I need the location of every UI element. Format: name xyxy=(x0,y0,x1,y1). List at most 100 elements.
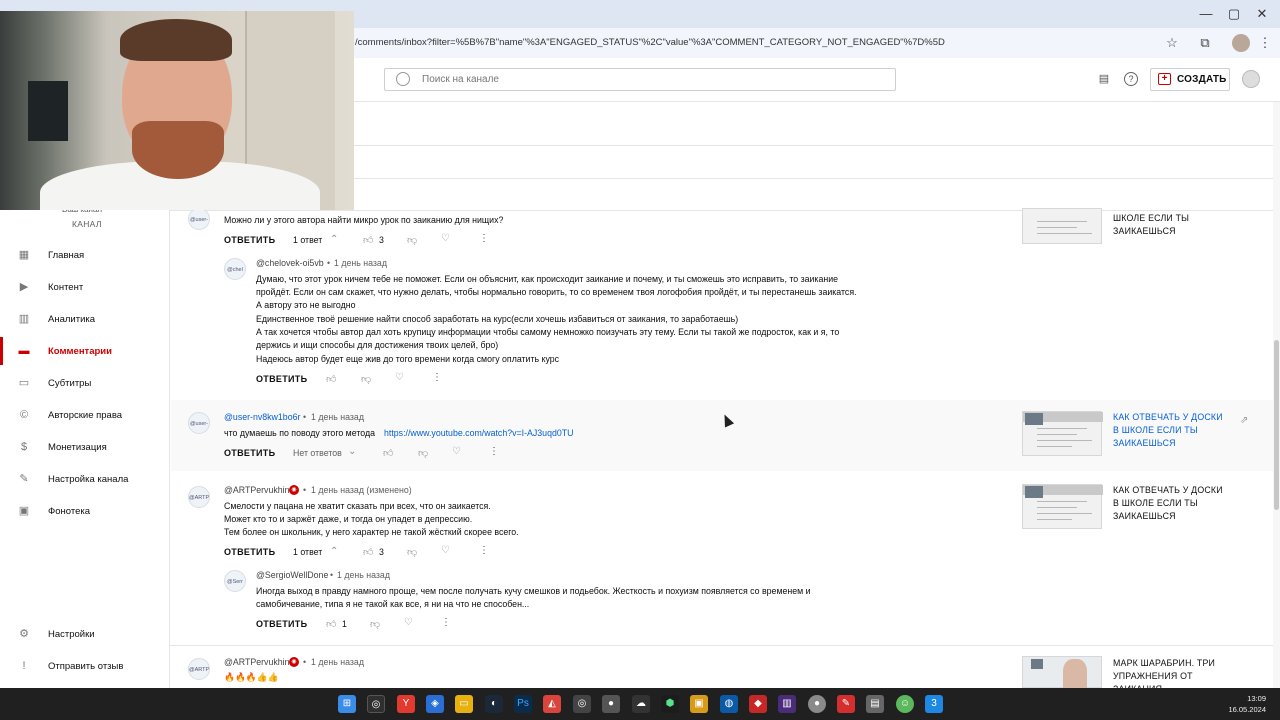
system-clock[interactable]: 13:09 16.05.2024 xyxy=(1222,693,1266,715)
chevron-up-icon[interactable]: ⌃ xyxy=(330,234,338,245)
dislike-icon[interactable]: 👎︎ xyxy=(418,447,428,459)
open-external-icon[interactable]: ⇗ xyxy=(1240,415,1248,426)
video-title[interactable]: МАРК ШАРАБРИН. ТРИ УПРАЖНЕНИЯ ОТ ЗАИКАНИ… xyxy=(1113,657,1228,688)
avatar[interactable]: @chel xyxy=(224,258,246,280)
chrome-icon[interactable]: ◎ xyxy=(367,695,385,713)
comment-time[interactable]: 1 день назад (изменено) xyxy=(311,485,412,495)
app-icon[interactable]: ☺ xyxy=(896,695,914,713)
comment-time[interactable]: 1 день назад xyxy=(337,570,390,580)
app-icon[interactable]: ⬢ xyxy=(661,695,679,713)
close-icon[interactable]: ✕ xyxy=(1252,6,1272,22)
reply-button[interactable]: ОТВЕТИТЬ xyxy=(256,619,307,629)
replies-toggle[interactable]: 1 ответ xyxy=(293,547,322,557)
profile-avatar-icon[interactable] xyxy=(1232,34,1250,52)
maximize-icon[interactable]: ▢ xyxy=(1224,6,1244,22)
heart-icon[interactable]: ♡ xyxy=(441,545,450,556)
avatar[interactable]: @ARTPe xyxy=(188,658,210,680)
extensions-icon[interactable]: ⧉ xyxy=(1196,34,1214,52)
steam-icon[interactable]: ◐ xyxy=(485,695,503,713)
comment-author[interactable]: @user-nv8kw1bo6r xyxy=(224,412,300,422)
more-icon[interactable]: ⋮ xyxy=(441,617,451,628)
app-icon[interactable]: ☁ xyxy=(632,695,650,713)
url-text[interactable]: /comments/inbox?filter=%5B%7B"name"%3A"E… xyxy=(355,37,945,48)
sidebar-item-copyright[interactable]: © Авторские права xyxy=(0,401,170,429)
heart-icon[interactable]: ♡ xyxy=(395,372,404,383)
shield-icon[interactable]: ◈ xyxy=(426,695,444,713)
help-icon[interactable]: ? xyxy=(1124,72,1138,86)
start-icon[interactable]: ⊞ xyxy=(338,695,356,713)
sidebar-item-monetization[interactable]: $ Монетизация xyxy=(0,433,170,461)
reply-button[interactable]: ОТВЕТИТЬ xyxy=(224,547,275,557)
sidebar-item-content[interactable]: ▶ Контент xyxy=(0,273,170,301)
more-icon[interactable]: ⋮ xyxy=(479,545,489,556)
search-icon[interactable] xyxy=(396,72,410,86)
messages-icon[interactable]: ▤ xyxy=(1097,72,1111,86)
app-icon[interactable]: ▥ xyxy=(778,695,796,713)
heart-icon[interactable]: ♡ xyxy=(404,617,413,628)
dislike-icon[interactable]: 👎︎ xyxy=(361,373,371,385)
avatar[interactable]: @Serr xyxy=(224,570,246,592)
dislike-icon[interactable]: 👎︎ xyxy=(370,618,380,630)
reply-button[interactable]: ОТВЕТИТЬ xyxy=(256,374,307,384)
app-icon[interactable]: ◭ xyxy=(543,695,561,713)
more-icon[interactable]: ⋮ xyxy=(479,233,489,244)
minimize-icon[interactable]: — xyxy=(1196,6,1216,22)
app-icon[interactable]: ◍ xyxy=(720,695,738,713)
photoshop-icon[interactable]: Ps xyxy=(514,695,532,713)
avatar[interactable]: @user- xyxy=(188,208,210,230)
folder-icon[interactable]: ▭ xyxy=(455,695,473,713)
browser-menu-icon[interactable]: ⋮ xyxy=(1256,34,1274,52)
reply-button[interactable]: ОТВЕТИТЬ xyxy=(224,235,275,245)
dislike-icon[interactable]: 👎︎ xyxy=(407,546,417,558)
heart-icon[interactable]: ♡ xyxy=(441,233,450,244)
app-icon[interactable]: ◆ xyxy=(749,695,767,713)
comment-author[interactable]: @chelovek-oi5vb xyxy=(256,258,324,268)
app-icon[interactable]: ◎ xyxy=(573,695,591,713)
comment-time[interactable]: 1 день назад xyxy=(311,412,364,422)
comment-time[interactable]: 1 день назад xyxy=(334,258,387,268)
video-thumbnail[interactable] xyxy=(1022,484,1103,529)
comment-author[interactable]: @ARTPervukhin xyxy=(224,485,289,495)
app-icon[interactable]: ▤ xyxy=(866,695,884,713)
comment-author[interactable]: @ARTPervukhin xyxy=(224,657,289,667)
sidebar-item-settings[interactable]: ⚙ Настройки xyxy=(0,620,170,648)
sidebar-item-feedback[interactable]: ! Отправить отзыв xyxy=(0,652,170,680)
app-icon[interactable]: ✎ xyxy=(837,695,855,713)
sidebar-item-dashboard[interactable]: ▦ Главная xyxy=(0,241,170,269)
video-thumbnail[interactable] xyxy=(1022,656,1102,689)
like-icon[interactable]: 👍︎ xyxy=(383,447,393,459)
scrollbar-thumb[interactable] xyxy=(1274,340,1279,510)
like-icon[interactable]: 👍︎ xyxy=(363,546,373,558)
more-icon[interactable]: ⋮ xyxy=(432,372,442,383)
yandex-icon[interactable]: Y xyxy=(397,695,415,713)
app-icon[interactable]: 3 xyxy=(925,695,943,713)
video-thumbnail[interactable] xyxy=(1022,411,1103,456)
app-icon[interactable]: ● xyxy=(808,695,826,713)
sidebar-item-analytics[interactable]: ▥ Аналитика xyxy=(0,305,170,333)
sidebar-item-audio-library[interactable]: ▣ Фонотека xyxy=(0,497,170,525)
video-title[interactable]: КАК ОТВЕЧАТЬ У ДОСКИ В ШКОЛЕ ЕСЛИ ТЫ ЗАИ… xyxy=(1113,411,1228,450)
reply-button[interactable]: ОТВЕТИТЬ xyxy=(224,448,275,458)
video-title[interactable]: КАК ОТВЕЧАТЬ У ДОСКИ В ШКОЛЕ ЕСЛИ ТЫ ЗАИ… xyxy=(1113,484,1228,523)
app-icon[interactable]: ● xyxy=(602,695,620,713)
sidebar-item-subtitles[interactable]: ▭ Субтитры xyxy=(0,369,170,397)
more-icon[interactable]: ⋮ xyxy=(489,446,499,457)
like-icon[interactable]: 👍︎ xyxy=(326,618,336,630)
comment-time[interactable]: 1 день назад xyxy=(311,657,364,667)
account-avatar[interactable] xyxy=(1242,70,1260,88)
heart-icon[interactable]: ♡ xyxy=(452,446,461,457)
dislike-icon[interactable]: 👎︎ xyxy=(407,234,417,246)
app-icon[interactable]: ▣ xyxy=(690,695,708,713)
video-thumbnail[interactable] xyxy=(1022,208,1102,244)
avatar[interactable]: @user- xyxy=(188,412,210,434)
comment-link[interactable]: https://www.youtube.com/watch?v=I-AJ3uqd… xyxy=(384,428,573,438)
chevron-up-icon[interactable]: ⌃ xyxy=(330,546,338,557)
sidebar-item-comments[interactable]: ▬ Комментарии xyxy=(0,337,170,365)
like-icon[interactable]: 👍︎ xyxy=(363,234,373,246)
replies-toggle[interactable]: 1 ответ xyxy=(293,235,322,245)
sidebar-item-customization[interactable]: ✎ Настройка канала xyxy=(0,465,170,493)
avatar[interactable]: @ARTPe xyxy=(188,486,210,508)
like-icon[interactable]: 👍︎ xyxy=(326,373,336,385)
comment-author[interactable]: @SergioWellDone xyxy=(256,570,328,580)
bookmark-star-icon[interactable]: ☆ xyxy=(1163,34,1181,52)
